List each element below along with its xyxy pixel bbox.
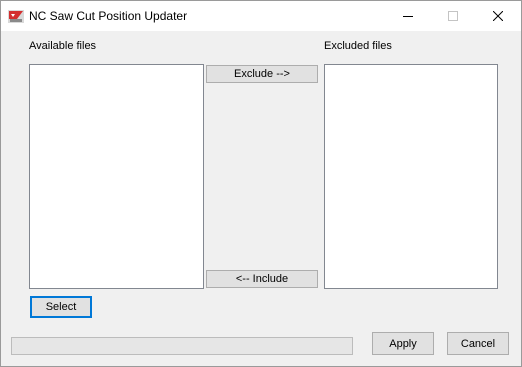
exclude-button[interactable]: Exclude -->: [206, 65, 318, 83]
window-title: NC Saw Cut Position Updater: [29, 9, 188, 23]
excluded-files-label: Excluded files: [324, 40, 392, 52]
progress-bar: [11, 337, 353, 355]
available-files-label: Available files: [29, 40, 97, 52]
title-bar[interactable]: NC Saw Cut Position Updater: [1, 1, 521, 31]
cancel-button[interactable]: Cancel: [447, 332, 509, 355]
minimize-icon: [402, 16, 413, 17]
select-button[interactable]: Select: [30, 296, 92, 318]
minimize-button[interactable]: [385, 1, 430, 31]
saw-app-icon: [8, 10, 24, 23]
excluded-files-list[interactable]: [324, 64, 498, 289]
available-files-list[interactable]: [29, 64, 204, 289]
main-window: NC Saw Cut Position Updater Available fi…: [0, 0, 522, 367]
maximize-icon: [447, 11, 458, 21]
maximize-button[interactable]: [430, 1, 475, 31]
close-button[interactable]: [475, 1, 520, 31]
close-icon: [492, 11, 503, 21]
apply-button[interactable]: Apply: [372, 332, 434, 355]
include-button[interactable]: <-- Include: [206, 270, 318, 288]
